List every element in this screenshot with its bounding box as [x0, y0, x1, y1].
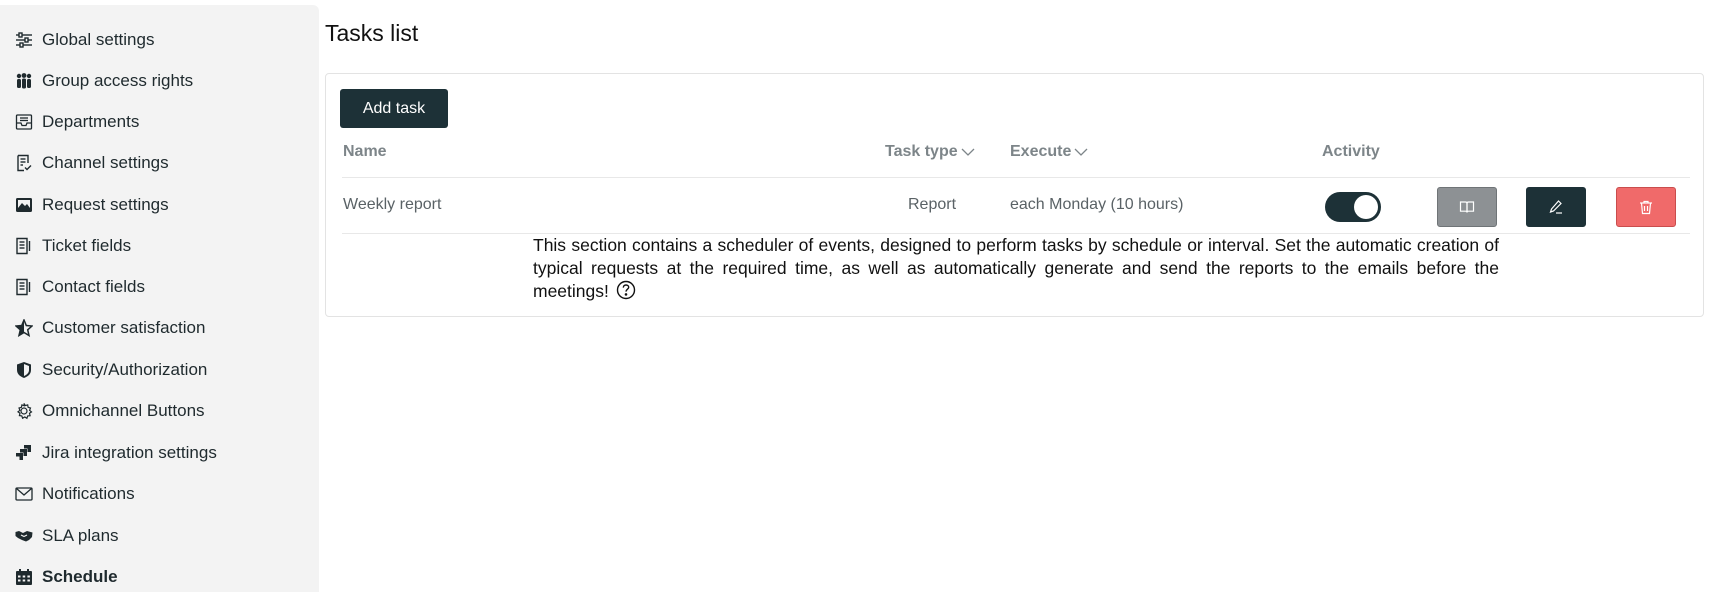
activity-toggle[interactable]: [1325, 192, 1381, 222]
sidebar-item-request-settings[interactable]: Request settings: [14, 192, 169, 218]
divider: [342, 177, 1690, 178]
info-text: This section contains a scheduler of eve…: [533, 235, 1499, 301]
form-icon: [14, 236, 34, 256]
toggle-knob: [1354, 195, 1378, 219]
sidebar-item-jira-integration-settings[interactable]: Jira integration settings: [14, 440, 217, 466]
sidebar: Global settings Group access rights Depa…: [0, 5, 319, 592]
sidebar-item-label: Omnichannel Buttons: [42, 401, 205, 420]
sidebar-item-notifications[interactable]: Notifications: [14, 481, 135, 507]
inbox-icon: [14, 112, 34, 132]
delete-task-button[interactable]: [1616, 187, 1676, 227]
sidebar-item-label: Customer satisfaction: [42, 318, 206, 337]
sidebar-item-label: Schedule: [42, 567, 118, 586]
sidebar-item-omnichannel-buttons[interactable]: Omnichannel Buttons: [14, 398, 205, 424]
shield-icon: [14, 360, 34, 380]
sidebar-item-label: SLA plans: [42, 526, 119, 545]
chevron-down-icon: [961, 147, 975, 157]
sidebar-item-ticket-fields[interactable]: Ticket fields: [14, 233, 131, 259]
chevron-down-icon: [1074, 147, 1088, 157]
task-name-cell: Weekly report: [343, 196, 442, 213]
add-task-button[interactable]: Add task: [340, 89, 448, 128]
handshake-icon: [14, 526, 34, 546]
image-icon: [14, 195, 34, 215]
sidebar-item-schedule[interactable]: Schedule: [14, 564, 118, 590]
task-type-cell: Report: [908, 196, 957, 213]
sidebar-item-label: Global settings: [42, 30, 155, 49]
sidebar-item-label: Contact fields: [42, 277, 145, 296]
sidebar-item-label: Notifications: [42, 484, 135, 503]
column-header-task-type[interactable]: Task type: [885, 143, 975, 161]
sidebar-item-departments[interactable]: Departments: [14, 109, 139, 135]
sidebar-item-label: Request settings: [42, 195, 169, 214]
sidebar-item-channel-settings[interactable]: Channel settings: [14, 150, 169, 176]
task-execute-cell: each Monday (10 hours): [1010, 196, 1184, 213]
column-header-execute[interactable]: Execute: [1010, 143, 1088, 161]
sidebar-item-label: Group access rights: [42, 71, 194, 90]
pencil-icon: [1549, 200, 1562, 214]
view-task-button[interactable]: [1437, 187, 1497, 227]
sliders-icon: [14, 30, 34, 50]
sidebar-item-label: Departments: [42, 112, 140, 131]
jira-icon: [14, 443, 34, 463]
sidebar-item-sla-plans[interactable]: SLA plans: [14, 523, 119, 549]
star-icon: [14, 318, 34, 338]
sidebar-item-global-settings[interactable]: Global settings: [14, 27, 154, 53]
form-icon: [14, 277, 34, 297]
sidebar-item-label: Channel settings: [42, 153, 169, 172]
info-description: This section contains a scheduler of eve…: [533, 234, 1499, 303]
envelope-icon: [14, 484, 34, 504]
sidebar-item-customer-satisfaction[interactable]: Customer satisfaction: [14, 315, 205, 341]
page-title: Tasks list: [325, 20, 419, 46]
sidebar-item-label: Ticket fields: [42, 236, 132, 255]
edit-task-button[interactable]: [1526, 187, 1586, 227]
calendar-icon: [14, 567, 34, 587]
book-open-icon: [1459, 201, 1475, 213]
tasks-card: Add task Name Task type Execute Activity…: [325, 73, 1704, 317]
gear-icon: [14, 401, 34, 421]
sidebar-item-label: Jira integration settings: [42, 443, 217, 462]
sidebar-item-group-access-rights[interactable]: Group access rights: [14, 68, 193, 94]
sidebar-item-label: Security/Authorization: [42, 360, 208, 379]
question-circle-icon[interactable]: [616, 280, 636, 300]
sidebar-item-contact-fields[interactable]: Contact fields: [14, 274, 145, 300]
column-header-label: Execute: [1010, 143, 1072, 160]
sidebar-item-security-authorization[interactable]: Security/Authorization: [14, 357, 207, 383]
column-header-activity: Activity: [1322, 143, 1380, 160]
column-header-label: Task type: [885, 143, 958, 160]
users-icon: [14, 71, 34, 91]
list-check-icon: [14, 153, 34, 173]
column-header-name[interactable]: Name: [343, 143, 387, 161]
trash-icon: [1640, 200, 1652, 215]
